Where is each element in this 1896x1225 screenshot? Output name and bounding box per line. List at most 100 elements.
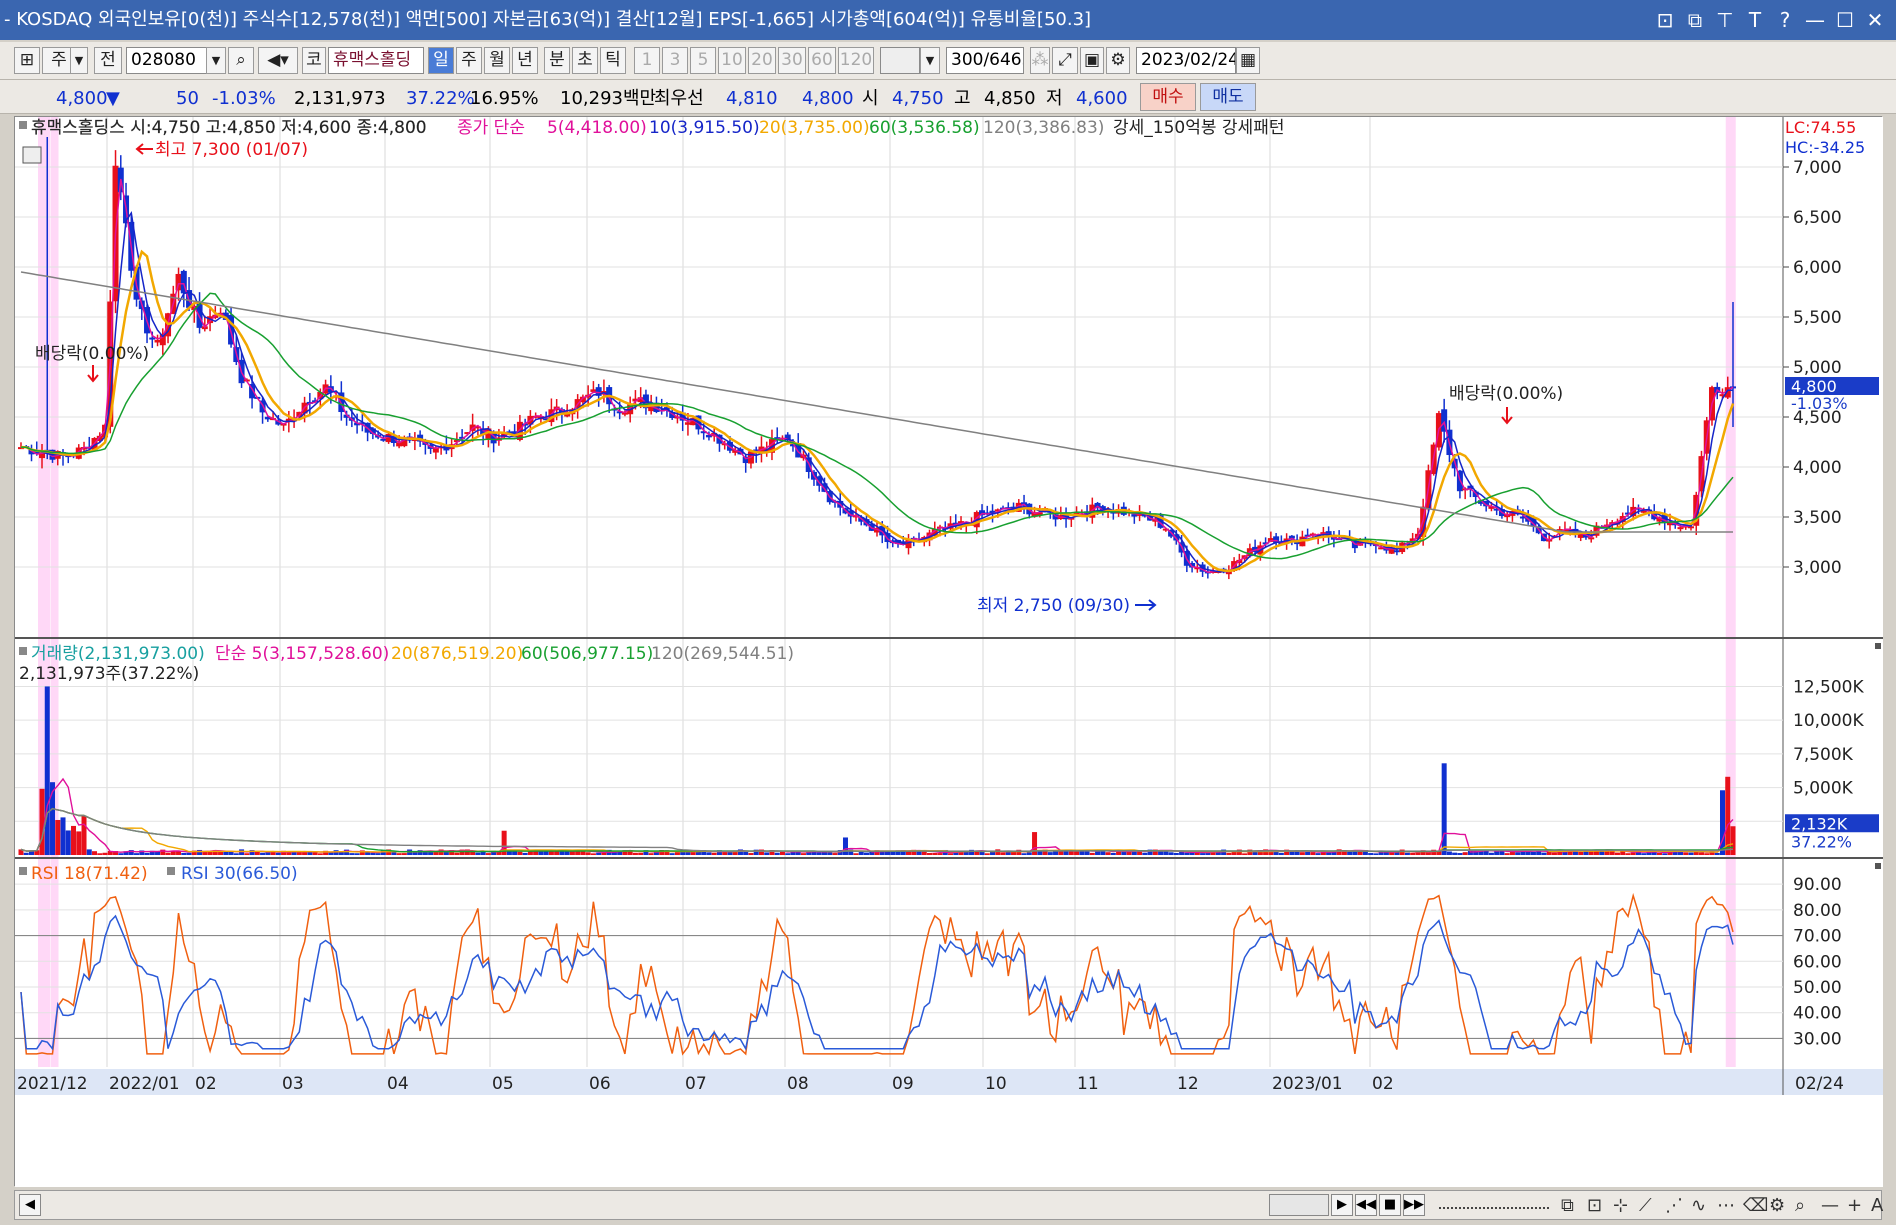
- volume-bar: [906, 851, 912, 855]
- rewind-icon[interactable]: ◀◀: [1355, 1194, 1377, 1216]
- interval-30[interactable]: 30: [778, 47, 806, 74]
- volume-bar: [916, 851, 922, 855]
- period-second[interactable]: 초: [572, 47, 598, 74]
- overlay-icon[interactable]: ⤢: [1052, 47, 1078, 74]
- volume-bar: [1404, 852, 1410, 855]
- ma120-legend: 120(3,386.83): [983, 118, 1104, 138]
- volume-bar: [1541, 852, 1547, 855]
- volume-bar: [396, 853, 402, 855]
- erase-icon[interactable]: ⌫: [1743, 1195, 1768, 1216]
- interval-custom-input[interactable]: [880, 47, 920, 74]
- stock-name-field[interactable]: 휴맥스홀딩: [328, 47, 424, 74]
- volume-bar: [1131, 851, 1137, 855]
- period-tick[interactable]: 틱: [600, 47, 626, 74]
- pin-icon[interactable]: ⊤: [1714, 8, 1736, 32]
- volume-ma20-legend: 20(876,519.20): [391, 644, 523, 664]
- buy-button[interactable]: 매수: [1140, 83, 1196, 111]
- prev-button[interactable]: 전: [94, 47, 122, 74]
- period-week[interactable]: 주: [456, 47, 482, 74]
- code-dropdown-icon[interactable]: ▼: [206, 47, 226, 74]
- interval-3[interactable]: 3: [662, 47, 688, 74]
- volume-bar: [774, 852, 780, 855]
- link-icon[interactable]: ⁂: [1030, 47, 1050, 74]
- window-icon[interactable]: ⊡: [1587, 1195, 1602, 1216]
- zoom-icon[interactable]: ⌕: [1795, 1195, 1805, 1216]
- volume-bar: [44, 686, 50, 855]
- stock-chart-svg[interactable]: 2021/12 2022/01 02 03 04 05 06 07 08 09 10 11 12 2023…: [15, 117, 1883, 1187]
- text-tool-icon[interactable]: A: [1871, 1195, 1883, 1216]
- volume-ma60-legend: 60(506,977.15): [521, 644, 653, 664]
- interval-20[interactable]: 20: [748, 47, 776, 74]
- play-icon[interactable]: ▶: [1331, 1194, 1353, 1216]
- settings-icon[interactable]: ⚙: [1769, 1195, 1785, 1216]
- signal-highlight: [38, 859, 51, 1067]
- interval-5[interactable]: 5: [690, 47, 716, 74]
- period-month[interactable]: 월: [484, 47, 510, 74]
- zoom-slider[interactable]: [1439, 1195, 1549, 1209]
- period-year[interactable]: 년: [512, 47, 538, 74]
- interval-dropdown-icon[interactable]: ▼: [920, 47, 940, 74]
- chevron-down-icon[interactable]: ▼: [70, 47, 88, 74]
- chart-area[interactable]: 2021/12 2022/01 02 03 04 05 06 07 08 09 10 11 12 2023…: [14, 116, 1883, 1187]
- indicator-icon[interactable]: ⋯: [1717, 1195, 1735, 1216]
- scroll-left-icon[interactable]: ◀: [19, 1194, 41, 1216]
- date-input[interactable]: 2023/02/24: [1136, 47, 1236, 74]
- max-price-label: 최고 7,300 (01/07): [155, 140, 308, 160]
- sell-button[interactable]: 매도: [1200, 83, 1256, 111]
- close-button[interactable]: ✕: [1864, 8, 1886, 32]
- zoom-out-icon[interactable]: —: [1821, 1195, 1839, 1216]
- period-minute[interactable]: 분: [544, 47, 570, 74]
- volume-bar: [302, 852, 308, 855]
- dividend-label-1: 배당락(0.00%): [35, 344, 149, 364]
- scroll-thumb[interactable]: [1269, 1194, 1329, 1216]
- speaker-icon[interactable]: ◀▾: [258, 47, 298, 74]
- volume-sub-label: 2,131,973주(37.22%): [19, 664, 199, 684]
- search-icon[interactable]: ⌕: [228, 47, 254, 74]
- volume-bar: [674, 852, 680, 855]
- fast-forward-icon[interactable]: ▶▶: [1403, 1194, 1425, 1216]
- wave-icon[interactable]: ∿: [1691, 1195, 1706, 1216]
- volume-bar: [1714, 852, 1720, 855]
- volume-bar: [1299, 852, 1305, 855]
- window-title: - KOSDAQ 외국인보유[0(천)] 주식수[12,578(천)] 액면[5…: [4, 9, 1092, 30]
- save-icon[interactable]: ▣: [1080, 47, 1104, 74]
- legend-square: [19, 121, 27, 129]
- crosshair-icon[interactable]: ⊹: [1613, 1195, 1628, 1216]
- interval-60[interactable]: 60: [808, 47, 836, 74]
- ma20-legend: 20(3,735.00): [759, 118, 870, 138]
- zoom-in-icon[interactable]: +: [1847, 1195, 1862, 1216]
- trendline-icon[interactable]: ⟋: [1639, 1195, 1652, 1216]
- copy-icon[interactable]: ⧉: [1561, 1195, 1574, 1216]
- maximize-button[interactable]: ☐: [1834, 8, 1856, 32]
- interval-120[interactable]: 120: [838, 47, 874, 74]
- help-icon[interactable]: ?: [1774, 8, 1796, 32]
- pattern-legend: 강세_150억봉 강세패턴: [1113, 118, 1284, 138]
- data-count-field[interactable]: 300/6465: [946, 47, 1024, 74]
- interval-10[interactable]: 10: [718, 47, 746, 74]
- interval-1[interactable]: 1: [634, 47, 660, 74]
- font-icon[interactable]: T: [1744, 8, 1766, 32]
- minimize-button[interactable]: —: [1804, 8, 1826, 32]
- volume-bar: [454, 852, 460, 855]
- restore-layout-icon[interactable]: ⊡: [1654, 8, 1676, 32]
- volume-bar: [349, 853, 355, 855]
- volume-bar: [711, 852, 717, 855]
- period-day[interactable]: 일: [428, 47, 454, 74]
- volume-bar: [1656, 852, 1662, 855]
- tile-icon[interactable]: ⧉: [1684, 8, 1706, 32]
- volume-bar: [1620, 851, 1626, 855]
- price-tick-label: 3,000: [1793, 558, 1842, 578]
- rsi-tick-label: 80.00: [1793, 901, 1842, 921]
- gear-icon[interactable]: ⚙: [1106, 47, 1130, 74]
- fibonacci-icon[interactable]: ⋰: [1665, 1195, 1683, 1216]
- volume-bar: [1688, 852, 1694, 855]
- chart-menu-icon[interactable]: ⊞: [14, 47, 40, 74]
- stop-icon[interactable]: ■: [1379, 1194, 1401, 1216]
- volume-bar: [648, 853, 654, 855]
- volume-bar: [517, 851, 523, 855]
- chart-scrollbar[interactable]: ◀ ▶ ◀◀ ■ ▶▶ ⧉ ⊡ ⊹ ⟋ ⋰ ∿ ⋯ ⌫ ⚙ ⌕ — + A: [14, 1190, 1883, 1220]
- legend-square: [19, 647, 27, 655]
- volume-bar: [1168, 852, 1174, 855]
- calendar-icon[interactable]: ▦: [1236, 47, 1260, 74]
- price-tick-label: 4,000: [1793, 458, 1842, 478]
